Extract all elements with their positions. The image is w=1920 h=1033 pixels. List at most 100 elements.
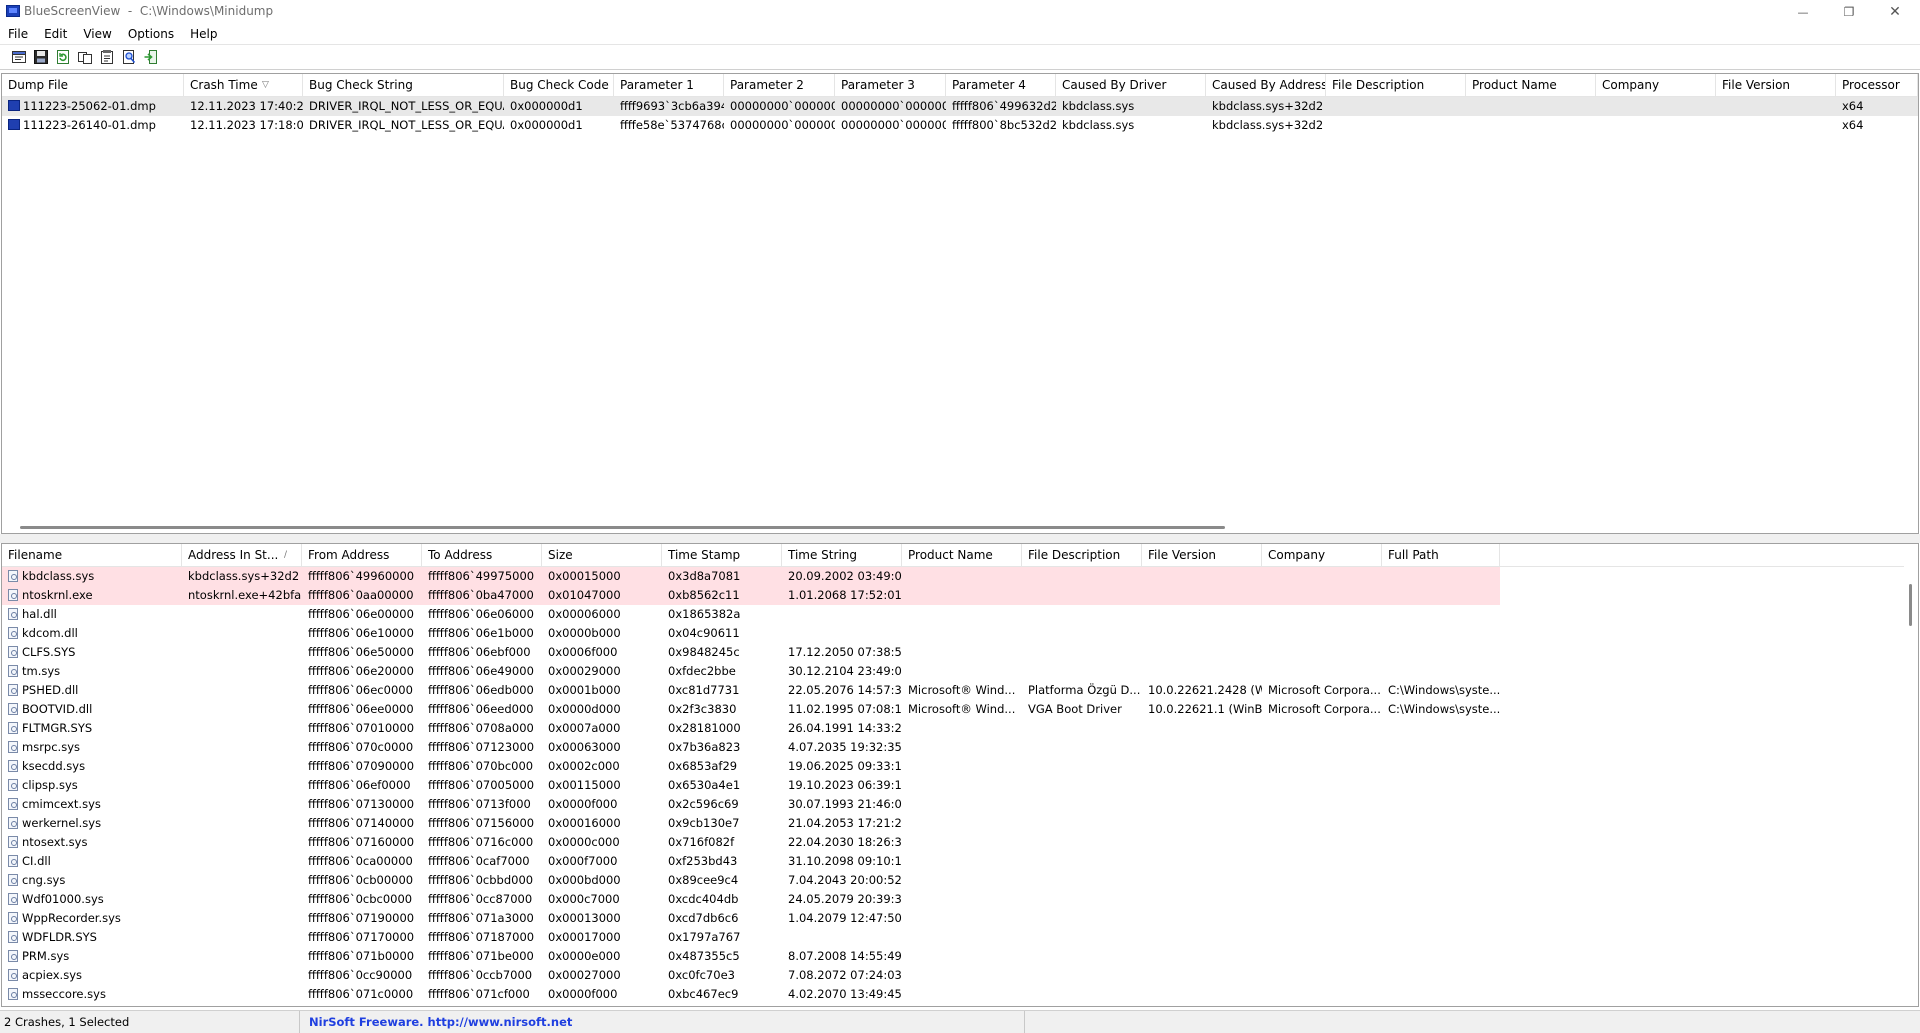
hscroll-thumb[interactable] (20, 526, 1225, 529)
col-to-address[interactable]: To Address (422, 544, 542, 566)
minimize-button[interactable]: — (1780, 0, 1826, 24)
exit-button[interactable] (142, 48, 160, 66)
col-parameter-1[interactable]: Parameter 1 (614, 74, 724, 96)
col-time-string[interactable]: Time String (782, 544, 902, 566)
to-address-cell: fffff806`0caf7000 (428, 854, 530, 868)
driver-row[interactable]: msseccore.sys fffff806`071c0000 fffff806`0… (2, 985, 1918, 1004)
to-address-cell: fffff806`071be000 (428, 949, 534, 963)
col-dump-file[interactable]: Dump File (2, 74, 184, 96)
col-parameter-4[interactable]: Parameter 4 (946, 74, 1056, 96)
time-stamp-cell: 0xcdc404db (668, 892, 739, 906)
driver-filename: cmimcext.sys (22, 797, 101, 811)
driver-row[interactable]: werkernel.sys fffff806`07140000 fffff806`0… (2, 814, 1918, 833)
file-description-cell (1022, 833, 1142, 852)
driver-row[interactable]: PRM.sys fffff806`071b0000 fffff806`071be00… (2, 947, 1918, 966)
properties-button[interactable] (98, 48, 116, 66)
driver-row[interactable]: msrpc.sys fffff806`070c0000 fffff806`07123… (2, 738, 1918, 757)
time-string-cell: 7.04.2043 20:00:52 (788, 873, 902, 887)
size-cell: 0x00017000 (548, 930, 621, 944)
driver-row[interactable]: ksecdd.sys fffff806`07090000 fffff806`070b… (2, 757, 1918, 776)
close-button[interactable]: ✕ (1872, 0, 1918, 24)
nirsoft-link[interactable]: NirSoft Freeware. http://www.nirsoft.net (305, 1011, 1025, 1033)
driver-row[interactable]: CLFS.SYS fffff806`06e50000 fffff806`06ebf0… (2, 643, 1918, 662)
menu-file[interactable]: File (0, 24, 36, 44)
driver-row[interactable]: acpiex.sys fffff806`0cc90000 fffff806`0ccb… (2, 966, 1918, 985)
to-address-cell: fffff806`07156000 (428, 816, 535, 830)
driver-row[interactable]: WppRecorder.sys fffff806`07190000 fffff806… (2, 909, 1918, 928)
menu-help[interactable]: Help (182, 24, 225, 44)
driver-row[interactable]: kbdclass.sys kbdclass.sys+32d2 fffff806`49… (2, 567, 1500, 586)
crash-list-hscrollbar[interactable] (2, 524, 1918, 533)
col-company[interactable]: Company (1596, 74, 1716, 96)
col-file-description[interactable]: File Description (1022, 544, 1142, 566)
driver-row[interactable]: hal.dll fffff806`06e00000 fffff806`06e0600… (2, 605, 1918, 624)
driver-filename: PSHED.dll (22, 683, 79, 697)
menu-edit[interactable]: Edit (36, 24, 75, 44)
col-bug-check-string[interactable]: Bug Check String (303, 74, 504, 96)
crash-row[interactable]: 111223-26140-01.dmp 12.11.2023 17:18:07 … (2, 116, 1918, 135)
time-stamp-cell: 0xfdec2bbe (668, 664, 736, 678)
driver-row[interactable]: ntosext.sys fffff806`07160000 fffff806`071… (2, 833, 1918, 852)
driver-row[interactable]: cmimcext.sys fffff806`07130000 fffff806`07… (2, 795, 1918, 814)
driver-row[interactable]: tm.sys fffff806`06e20000 fffff806`06e49000… (2, 662, 1918, 681)
vscroll-thumb[interactable] (1909, 584, 1912, 626)
col-file-version[interactable]: File Version (1716, 74, 1836, 96)
col-product-name[interactable]: Product Name (1466, 74, 1596, 96)
html-report-button[interactable] (10, 48, 28, 66)
time-stamp-cell: 0x28181000 (668, 721, 741, 735)
col-company[interactable]: Company (1262, 544, 1382, 566)
copy-button[interactable] (76, 48, 94, 66)
col-parameter-3[interactable]: Parameter 3 (835, 74, 946, 96)
col-caused-by-address[interactable]: Caused By Address (1206, 74, 1326, 96)
refresh-button[interactable] (54, 48, 72, 66)
size-cell: 0x000f7000 (548, 854, 618, 868)
col-parameter-2[interactable]: Parameter 2 (724, 74, 835, 96)
driver-row[interactable]: kdcom.dll fffff806`06e10000 fffff806`06e1b… (2, 624, 1918, 643)
file-description-cell (1022, 776, 1142, 795)
col-filename[interactable]: Filename (2, 544, 182, 566)
save-button[interactable] (32, 48, 50, 66)
find-button[interactable] (120, 48, 138, 66)
parameter-1-cell: ffff9693`3cb6a394 (620, 99, 724, 113)
time-string-cell: 22.05.2076 14:57:37 (788, 683, 902, 697)
address-in-stack-cell: ntoskrnl.exe+42bfa9 (188, 588, 302, 602)
parameter-4-cell: fffff800`8bc532d2 (952, 118, 1056, 132)
size-cell: 0x000bd000 (548, 873, 621, 887)
pane-splitter[interactable] (0, 534, 1920, 543)
company-cell (1262, 909, 1382, 928)
driver-row[interactable]: WDFLDR.SYS fffff806`07170000 fffff806`0718… (2, 928, 1918, 947)
driver-row[interactable]: PSHED.dll fffff806`06ec0000 fffff806`06edb… (2, 681, 1918, 700)
driver-row[interactable]: ntoskrnl.exe ntoskrnl.exe+42bfa9 fffff806`… (2, 586, 1500, 605)
driver-row[interactable]: Wdf01000.sys fffff806`0cbc0000 fffff806`0c… (2, 890, 1918, 909)
driver-row[interactable]: clipsp.sys fffff806`06ef0000 fffff806`0700… (2, 776, 1918, 795)
col-from-address[interactable]: From Address (302, 544, 422, 566)
driver-list[interactable]: Filename Address In St... ∕ From Address… (1, 543, 1919, 1007)
col-file-description[interactable]: File Description (1326, 74, 1466, 96)
driver-filename: msrpc.sys (22, 740, 80, 754)
file-version-cell (1142, 928, 1262, 947)
size-cell: 0x0000e000 (548, 949, 621, 963)
col-crash-time[interactable]: Crash Time (184, 74, 303, 96)
bug-check-string-cell: DRIVER_IRQL_NOT_LESS_OR_EQUAL (309, 99, 504, 113)
col-processor[interactable]: Processor (1836, 74, 1918, 96)
col-file-version[interactable]: File Version (1142, 544, 1262, 566)
col-full-path[interactable]: Full Path (1382, 544, 1500, 566)
driver-row[interactable]: CI.dll fffff806`0ca00000 fffff806`0caf7000… (2, 852, 1918, 871)
col-caused-by-driver[interactable]: Caused By Driver (1056, 74, 1206, 96)
driver-row[interactable]: BOOTVID.dll fffff806`06ee0000 fffff806`06e… (2, 700, 1918, 719)
menu-options[interactable]: Options (120, 24, 182, 44)
driver-row[interactable]: FLTMGR.SYS fffff806`07010000 fffff806`0708… (2, 719, 1918, 738)
col-product-name[interactable]: Product Name (902, 544, 1022, 566)
col-bug-check-code[interactable]: Bug Check Code (504, 74, 614, 96)
from-address-cell: fffff806`0ca00000 (308, 854, 413, 868)
driver-row[interactable]: cng.sys fffff806`0cb00000 fffff806`0cbbd00… (2, 871, 1918, 890)
crash-row[interactable]: 111223-25062-01.dmp 12.11.2023 17:40:27 … (2, 97, 1918, 116)
from-address-cell: fffff806`07010000 (308, 721, 415, 735)
crash-list[interactable]: Dump File Crash Time ▽ Bug Check String … (1, 73, 1919, 534)
maximize-button[interactable]: ❐ (1826, 0, 1872, 24)
col-time-stamp[interactable]: Time Stamp (662, 544, 782, 566)
driver-list-vscrollbar[interactable] (1904, 566, 1918, 1006)
menu-view[interactable]: View (75, 24, 119, 44)
col-size[interactable]: Size (542, 544, 662, 566)
company-cell (1262, 985, 1382, 1004)
